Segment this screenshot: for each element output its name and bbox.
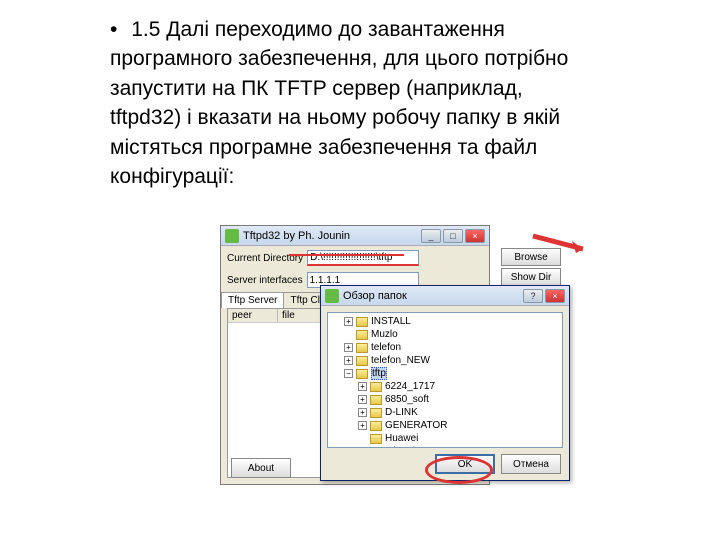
dialog-titlebar[interactable]: Обзор папок ? × — [321, 286, 569, 306]
maximize-button[interactable]: □ — [443, 229, 463, 243]
folder-icon — [370, 434, 382, 444]
tree-node-label: D-LINK — [385, 407, 418, 418]
folder-tree[interactable]: +INSTALLMuzlo+telefon+telefon_NEW−tftp+6… — [327, 312, 563, 448]
tree-node-label: tftp — [371, 367, 387, 380]
tree-node-label: GENERATOR — [385, 420, 447, 431]
tree-node-label: Muzlo — [371, 329, 398, 340]
dialog-close-button[interactable]: × — [545, 289, 565, 303]
folder-icon — [370, 408, 382, 418]
tree-node[interactable]: + INSTALL — [330, 315, 560, 328]
tree-node-label: INSTALL — [371, 316, 411, 327]
tree-node[interactable]: + telefon — [330, 341, 560, 354]
show-dir-button[interactable]: Show Dir — [501, 268, 561, 286]
tree-node-label: Huawei — [385, 433, 418, 444]
tree-node[interactable]: +6850_soft — [330, 393, 560, 406]
tree-node[interactable]: + D-LINK — [330, 406, 560, 419]
expand-icon[interactable]: + — [344, 356, 353, 365]
dialog-help-button[interactable]: ? — [523, 289, 543, 303]
tree-node-label: telefon — [371, 342, 401, 353]
tree-node-label: 6224_1717 — [385, 381, 435, 392]
minimize-button[interactable]: _ — [421, 229, 441, 243]
ok-button[interactable]: OK — [435, 454, 495, 474]
tree-node[interactable]: +6224_1717 — [330, 380, 560, 393]
tree-node-label: Migration_ALC_to_unVPN — [385, 446, 502, 448]
tree-node[interactable]: Huawei — [330, 432, 560, 445]
expand-icon[interactable]: + — [358, 421, 367, 430]
col-peer[interactable]: peer — [228, 309, 278, 322]
expand-icon[interactable]: + — [358, 408, 367, 417]
folder-icon — [356, 356, 368, 366]
cancel-button[interactable]: Отмена — [501, 454, 561, 474]
bullet: • — [110, 15, 117, 44]
folder-icon — [356, 343, 368, 353]
browse-folder-dialog: Обзор папок ? × + INSTALL Muzlo + telefon + te… — [320, 285, 570, 481]
folder-icon — [356, 317, 368, 327]
browse-button[interactable]: Browse — [501, 248, 561, 266]
tree-node-label: telefon_NEW — [371, 355, 430, 366]
expand-icon[interactable]: + — [358, 447, 367, 448]
close-button[interactable]: × — [465, 229, 485, 243]
instruction-block: • 1.5 Далі переходимо до завантаження пр… — [110, 15, 590, 191]
folder-icon — [370, 382, 382, 392]
folder-icon — [370, 447, 382, 449]
server-interfaces-label: Server interfaces — [227, 275, 303, 286]
expand-icon[interactable]: + — [358, 395, 367, 404]
folder-icon — [356, 369, 368, 379]
expand-icon[interactable]: + — [344, 317, 353, 326]
dialog-icon — [325, 289, 339, 303]
tree-node[interactable]: − tftp — [330, 367, 560, 380]
current-directory-label: Current Directory — [227, 253, 303, 264]
folder-icon — [370, 395, 382, 405]
app-icon — [225, 229, 239, 243]
instruction-text: 1.5 Далі переходимо до завантаження прог… — [110, 18, 568, 188]
tftpd-title: Tftpd32 by Ph. Jounin — [243, 230, 421, 242]
expand-icon[interactable]: + — [344, 343, 353, 352]
folder-icon — [356, 330, 368, 340]
collapse-icon[interactable]: − — [344, 369, 353, 378]
current-directory-input[interactable] — [307, 250, 419, 266]
screenshot-area: Tftpd32 by Ph. Jounin _ □ × Current Dire… — [220, 225, 580, 485]
folder-icon — [370, 421, 382, 431]
tree-node[interactable]: + GENERATOR — [330, 419, 560, 432]
about-button[interactable]: About — [231, 458, 291, 478]
tree-node[interactable]: + telefon_NEW — [330, 354, 560, 367]
dialog-title: Обзор папок — [343, 290, 523, 302]
tab-tftp-server[interactable]: Tftp Server — [221, 292, 284, 308]
tree-node[interactable]: Muzlo — [330, 328, 560, 341]
tree-node[interactable]: + Migration_ALC_to_unVPN — [330, 445, 560, 448]
expand-icon[interactable]: + — [358, 382, 367, 391]
tftpd-titlebar[interactable]: Tftpd32 by Ph. Jounin _ □ × — [221, 226, 489, 246]
tree-node-label: 6850_soft — [385, 394, 429, 405]
